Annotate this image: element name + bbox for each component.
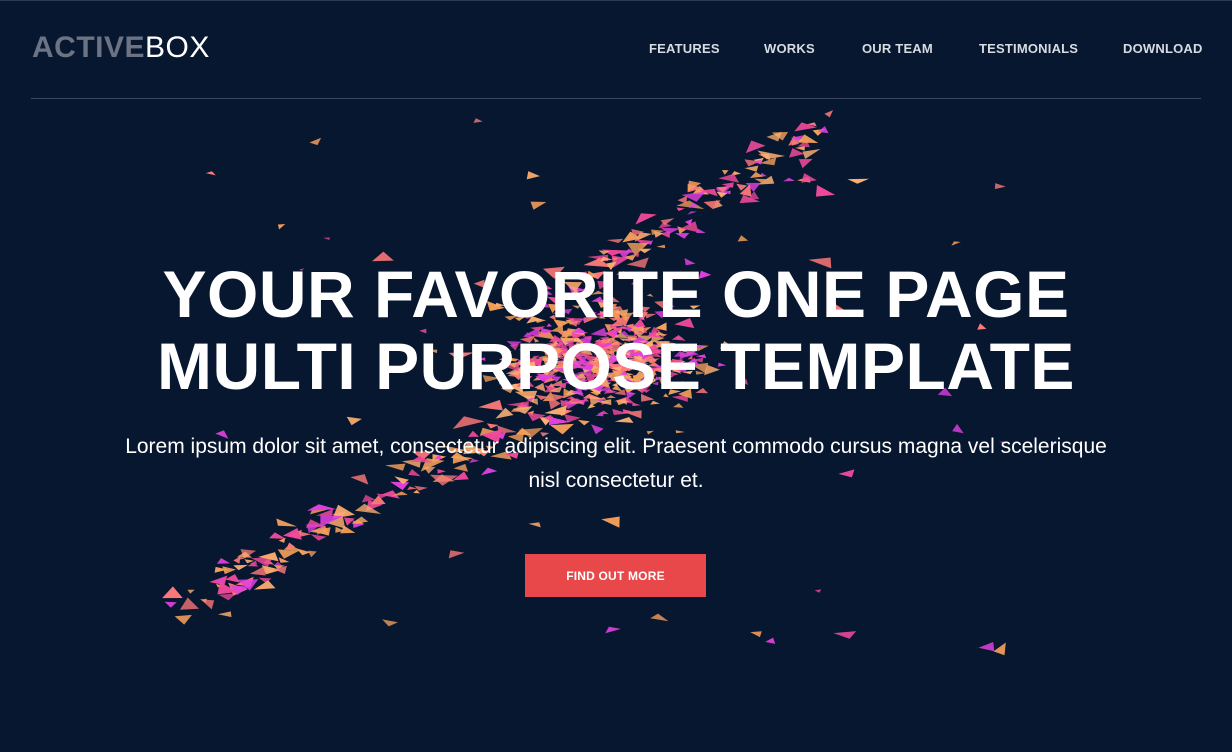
particle — [783, 177, 795, 182]
particle — [276, 518, 297, 527]
particle — [174, 614, 192, 625]
particle — [993, 642, 1006, 656]
particle — [635, 213, 657, 225]
particle — [164, 601, 177, 608]
particle — [162, 586, 183, 599]
particle — [323, 237, 330, 240]
particle — [528, 522, 541, 528]
particle — [277, 224, 286, 230]
nav-item-download[interactable]: DOWNLOAD — [1123, 40, 1203, 58]
particle — [951, 241, 961, 246]
particle — [587, 404, 596, 409]
particle — [307, 550, 317, 558]
particle — [486, 423, 499, 429]
particle — [187, 589, 195, 594]
particle — [605, 626, 621, 634]
particle — [632, 402, 641, 406]
find-out-more-button[interactable]: FIND OUT MORE — [525, 554, 706, 597]
particle — [847, 178, 870, 184]
particle — [687, 211, 698, 215]
particle — [737, 235, 749, 242]
particle — [382, 619, 398, 627]
particle — [677, 196, 687, 204]
particle — [448, 550, 465, 559]
hero-title-line-2: MULTI PURPOSE TEMPLATE — [157, 329, 1075, 403]
particle — [750, 631, 762, 638]
particle — [346, 416, 362, 426]
particle — [179, 597, 199, 610]
particle — [833, 631, 857, 639]
particle — [216, 558, 231, 564]
particle — [745, 140, 766, 154]
nav-item-testimonials[interactable]: TESTIMONIALS — [979, 40, 1078, 58]
particle — [225, 574, 240, 583]
hero-description: Lorem ipsum dolor sit amet, consectetur … — [125, 435, 1107, 492]
particle — [309, 137, 322, 146]
particle — [606, 238, 624, 243]
particle — [614, 417, 634, 423]
header-divider — [31, 98, 1201, 99]
particle — [744, 165, 759, 172]
particle — [656, 244, 666, 249]
particle — [674, 233, 690, 239]
particle — [217, 611, 232, 618]
nav-item-features[interactable]: FEATURES — [649, 40, 720, 58]
nav-item-our-team[interactable]: OUR TEAM — [862, 40, 933, 58]
hero-title: YOUR FAVORITE ONE PAGE MULTI PURPOSE TEM… — [0, 258, 1232, 402]
particle — [994, 183, 1006, 190]
particle — [798, 159, 813, 169]
particle — [530, 201, 547, 210]
particle — [802, 149, 821, 159]
particle — [673, 403, 684, 408]
site-header: ACTIVEBOX FEATURES WORKS OUR TEAM TESTIM… — [0, 0, 1232, 99]
particle — [601, 516, 620, 528]
particle — [205, 171, 216, 176]
particle — [310, 534, 327, 541]
particle — [722, 170, 729, 175]
landing-page: ACTIVEBOX FEATURES WORKS OUR TEAM TESTIM… — [0, 0, 1232, 752]
particle — [824, 110, 834, 118]
particle — [526, 171, 540, 180]
main-nav: FEATURES WORKS OUR TEAM TESTIMONIALS DOW… — [0, 40, 1232, 60]
particle — [765, 637, 776, 644]
particle — [544, 405, 568, 416]
particle — [795, 146, 805, 151]
particle — [650, 613, 669, 622]
particle — [577, 419, 590, 426]
particle — [815, 185, 836, 197]
particle — [676, 207, 685, 212]
particle — [676, 200, 705, 210]
hero-title-line-1: YOUR FAVORITE ONE PAGE — [162, 257, 1070, 331]
particle — [452, 416, 485, 429]
particle — [978, 642, 995, 652]
particle — [282, 528, 302, 540]
particle — [296, 548, 311, 556]
particle — [718, 173, 740, 183]
nav-item-works[interactable]: WORKS — [764, 40, 815, 58]
particle — [473, 118, 483, 123]
particle — [814, 589, 822, 593]
particle — [801, 173, 817, 183]
particle — [200, 598, 207, 603]
particle — [249, 566, 266, 576]
particle — [597, 410, 609, 415]
